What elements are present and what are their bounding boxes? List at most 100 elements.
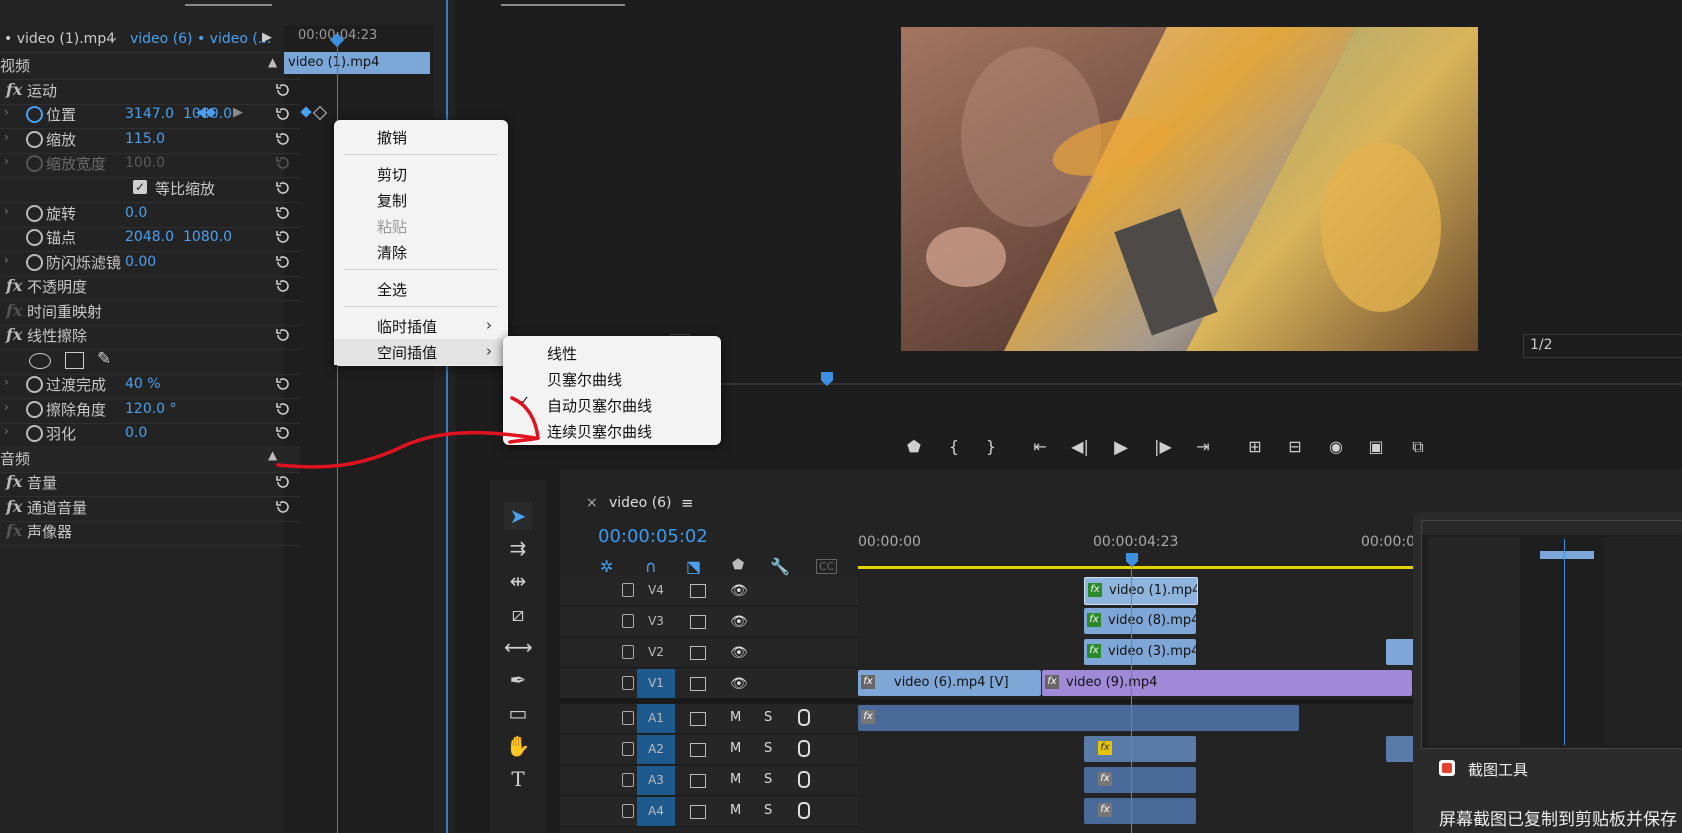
audio-clip-a4[interactable]: fx xyxy=(1084,798,1196,824)
go-to-out-icon[interactable]: ⇥ xyxy=(1192,437,1214,459)
eye-icon[interactable]: 👁 xyxy=(730,676,748,692)
reset-icon[interactable] xyxy=(275,327,291,343)
source-clip-tab[interactable]: • video (1).mp4 xyxy=(4,31,115,47)
reset-icon[interactable] xyxy=(275,401,291,417)
play-clip-icon[interactable]: ▶ xyxy=(262,30,272,45)
track-name[interactable]: V1 xyxy=(637,669,675,698)
lock-icon[interactable] xyxy=(622,645,634,659)
expand-chevron-icon[interactable]: › xyxy=(4,424,9,438)
prev-keyframe-icon[interactable]: ◀◆ xyxy=(196,105,216,120)
submenu-item-bezier[interactable]: 贝塞尔曲线 xyxy=(503,366,721,392)
track-a2[interactable]: A2 M S xyxy=(560,735,858,765)
sync-lock-icon[interactable] xyxy=(690,646,706,660)
anchor-row[interactable]: 锚点 2048.0 1080.0 xyxy=(0,225,300,252)
sequence-clip-tab[interactable]: video (6) • video (... xyxy=(130,31,271,47)
fx-icon[interactable]: fx xyxy=(6,80,22,99)
lock-icon[interactable] xyxy=(622,614,634,628)
position-row[interactable]: › 位置 3147.0 1080.0 ◀◆ ▶ xyxy=(0,102,300,129)
reset-icon[interactable] xyxy=(275,229,291,245)
solo-button[interactable]: S xyxy=(764,710,772,725)
lock-icon[interactable] xyxy=(622,676,634,690)
track-name[interactable]: V3 xyxy=(637,607,675,636)
track-name[interactable]: A2 xyxy=(637,735,675,764)
screenshot-thumbnail[interactable] xyxy=(1421,520,1682,749)
stopwatch-icon[interactable] xyxy=(26,401,43,418)
antiflicker-value[interactable]: 0.00 xyxy=(125,254,156,270)
track-a1[interactable]: A1 M S xyxy=(560,704,858,734)
mark-in-icon[interactable]: { xyxy=(943,437,965,459)
reset-icon[interactable] xyxy=(275,425,291,441)
collapse-icon[interactable]: ▲ xyxy=(268,55,277,69)
keyframe-diamond[interactable] xyxy=(300,106,312,118)
fx-icon[interactable]: fx xyxy=(6,497,22,516)
scale-value[interactable]: 115.0 xyxy=(125,131,165,147)
rotation-value[interactable]: 0.0 xyxy=(125,205,147,221)
add-marker-icon[interactable]: ⬟ xyxy=(903,437,925,459)
sync-lock-icon[interactable] xyxy=(690,774,706,788)
track-name[interactable]: A4 xyxy=(637,797,675,826)
solo-button[interactable]: S xyxy=(764,803,772,818)
transition-completion-value[interactable]: 40 % xyxy=(125,376,161,392)
pen-tool-icon[interactable]: ✒ xyxy=(504,666,532,694)
fx-icon[interactable]: fx xyxy=(6,276,22,295)
clip-video-8[interactable]: fx video (8).mp4 [ xyxy=(1084,608,1196,634)
opacity-row[interactable]: fx 不透明度 xyxy=(0,274,300,301)
snap-magnet-icon[interactable]: ∩ xyxy=(645,557,657,576)
track-v1[interactable]: V1 👁 xyxy=(560,669,858,699)
reset-icon[interactable] xyxy=(275,474,291,490)
ellipse-mask-icon[interactable] xyxy=(29,353,51,369)
anchor-x-value[interactable]: 2048.0 xyxy=(125,229,174,245)
transition-completion-row[interactable]: › 过渡完成 40 % xyxy=(0,372,300,399)
reset-icon[interactable] xyxy=(275,278,291,294)
sync-lock-icon[interactable] xyxy=(690,743,706,757)
menu-item-temporal-interpolation[interactable]: 临时插值 › xyxy=(334,313,508,339)
stopwatch-icon[interactable] xyxy=(26,205,43,222)
reset-icon[interactable] xyxy=(275,499,291,515)
solo-button[interactable]: S xyxy=(764,772,772,787)
menu-item-cut[interactable]: 剪切 xyxy=(334,161,508,187)
microphone-icon[interactable] xyxy=(798,802,810,819)
close-sequence-icon[interactable]: × xyxy=(586,495,598,511)
settings-wrench-icon[interactable]: 🔧 xyxy=(770,557,790,576)
menu-item-undo[interactable]: 撤销 xyxy=(334,124,508,150)
linear-wipe-row[interactable]: fx 线性擦除 xyxy=(0,323,300,350)
reset-icon[interactable] xyxy=(275,180,291,196)
stopwatch-icon[interactable] xyxy=(26,425,43,442)
toggle-proxy-icon[interactable]: ⧉ xyxy=(1407,437,1429,459)
menu-item-select-all[interactable]: 全选 xyxy=(334,276,508,302)
antiflicker-row[interactable]: › 防闪烁滤镜 0.00 xyxy=(0,250,300,277)
track-name[interactable]: A1 xyxy=(637,704,675,733)
nest-icon[interactable]: ✲ xyxy=(600,557,613,576)
stopwatch-icon[interactable] xyxy=(26,131,43,148)
clip-video-3[interactable]: fx video (3).mp4 [ xyxy=(1084,639,1196,665)
lock-icon[interactable] xyxy=(622,711,634,725)
eye-icon[interactable]: 👁 xyxy=(730,645,748,661)
submenu-item-auto-bezier[interactable]: ✓ 自动贝塞尔曲线 xyxy=(503,392,721,418)
expand-chevron-icon[interactable]: › xyxy=(4,105,9,119)
solo-button[interactable]: S xyxy=(764,741,772,756)
collapse-icon[interactable]: ▲ xyxy=(268,448,277,462)
rotation-row[interactable]: › 旋转 0.0 xyxy=(0,201,300,228)
expand-chevron-icon[interactable]: › xyxy=(4,253,9,267)
hamburger-menu-icon[interactable]: ≡ xyxy=(681,494,694,512)
mute-button[interactable]: M xyxy=(730,772,741,787)
hand-tool-icon[interactable]: ✋ xyxy=(504,732,532,760)
chevron-down-icon[interactable]: ⌄ xyxy=(108,30,119,45)
razor-tool-icon[interactable]: ⧄ xyxy=(504,600,532,628)
step-back-icon[interactable]: ◀| xyxy=(1069,437,1091,459)
lock-icon[interactable] xyxy=(622,742,634,756)
expand-chevron-icon[interactable]: › xyxy=(4,204,9,218)
position-x-value[interactable]: 3147.0 xyxy=(125,106,174,122)
microphone-icon[interactable] xyxy=(798,771,810,788)
step-forward-icon[interactable]: |▶ xyxy=(1152,437,1174,459)
eye-icon[interactable]: 👁 xyxy=(730,583,748,599)
timeline-timecode[interactable]: 00:00:05:02 xyxy=(598,526,708,547)
track-v2[interactable]: V2 👁 xyxy=(560,638,858,668)
clip-video-9[interactable]: fx video (9).mp4 xyxy=(1042,670,1412,696)
expand-chevron-icon[interactable]: › xyxy=(4,400,9,414)
fx-icon[interactable]: fx xyxy=(6,325,22,344)
play-icon[interactable]: ▶ xyxy=(1110,437,1132,459)
scale-row[interactable]: › 缩放 115.0 xyxy=(0,127,300,154)
reset-icon[interactable] xyxy=(275,205,291,221)
audio-clip-a1[interactable]: fx xyxy=(858,705,1299,731)
